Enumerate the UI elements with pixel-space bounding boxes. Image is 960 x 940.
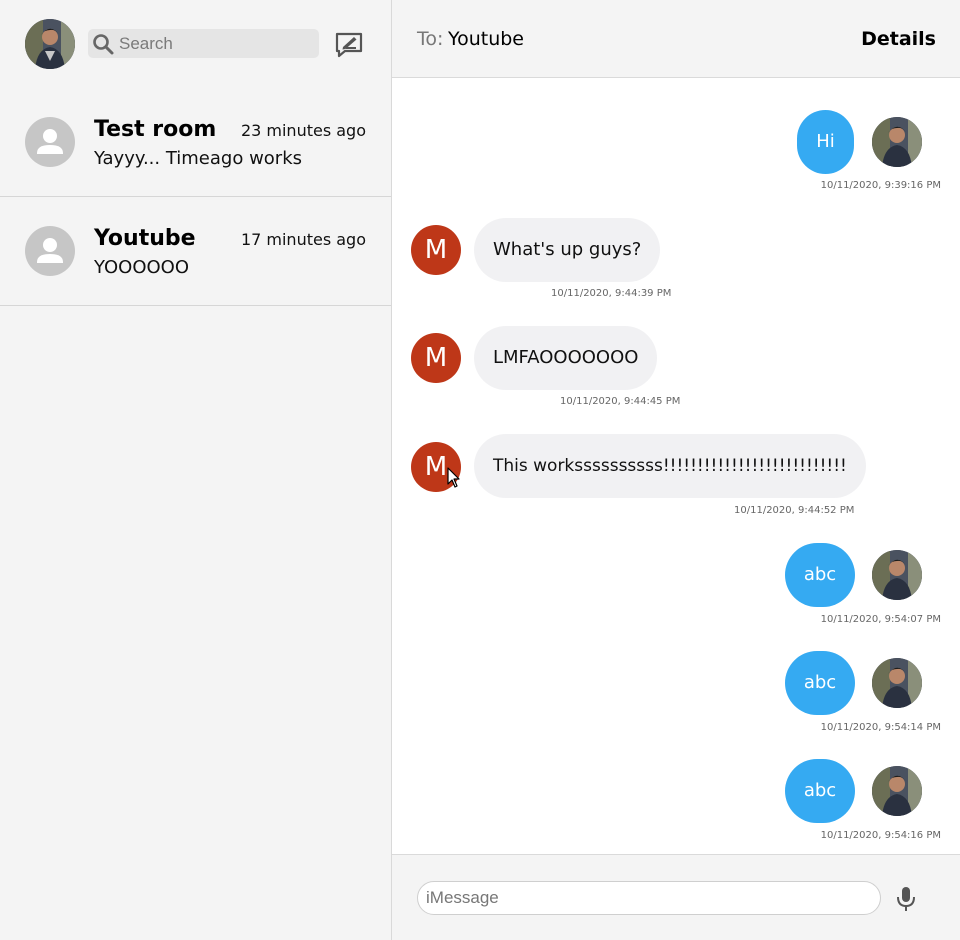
sender-avatar [872, 117, 922, 167]
message-timestamp: 10/11/2020, 9:39:16 PM [820, 180, 941, 191]
message-bubble[interactable]: LMFAOOOOOOO [474, 326, 658, 390]
message-timestamp: 10/11/2020, 9:54:16 PM [820, 830, 941, 841]
sender-avatar [872, 766, 922, 816]
details-button[interactable]: Details [861, 28, 936, 50]
message-timestamp: 10/11/2020, 9:44:39 PM [551, 288, 672, 299]
message-timestamp: 10/11/2020, 9:44:52 PM [734, 505, 855, 516]
message-bubble[interactable]: abc [785, 651, 855, 715]
chat-header: To: Youtube Details [392, 0, 960, 78]
chat-recipient-name: Youtube [448, 28, 524, 50]
message-bubble[interactable]: abc [785, 759, 855, 823]
microphone-icon [897, 887, 915, 911]
message-bubble[interactable]: This workssssssssss!!!!!!!!!!!!!!!!!!!!!… [474, 434, 866, 498]
message-timestamp: 10/11/2020, 9:54:07 PM [820, 614, 941, 625]
user-avatar-icon [25, 226, 75, 276]
composer-bar [392, 854, 960, 940]
sidebar: Test room 23 minutes ago Yayyy... Timeag… [0, 0, 392, 940]
search-icon [93, 34, 114, 55]
sender-avatar: M [411, 225, 461, 275]
message-bubble[interactable]: abc [785, 543, 855, 607]
to-label: To: [417, 28, 444, 50]
sender-avatar: M [411, 333, 461, 383]
search-box [88, 29, 319, 58]
compose-button[interactable] [333, 28, 365, 60]
microphone-button[interactable] [893, 885, 919, 913]
room-name: Test room [94, 117, 217, 142]
chat-panel: To: Youtube Details Hi 10/11/2020, 9:39:… [392, 0, 960, 940]
room-item-test-room[interactable]: Test room 23 minutes ago Yayyy... Timeag… [0, 88, 391, 197]
user-avatar-icon [25, 117, 75, 167]
message-timestamp: 10/11/2020, 9:44:45 PM [560, 396, 681, 407]
sender-avatar: M [411, 442, 461, 492]
room-last-message: YOOOOOO [94, 257, 190, 278]
room-time: 23 minutes ago [240, 121, 366, 140]
user-avatar[interactable] [25, 19, 75, 69]
sidebar-header [0, 0, 391, 88]
compose-icon [335, 32, 363, 58]
message-list[interactable]: Hi 10/11/2020, 9:39:16 PM M What's up gu… [392, 78, 960, 854]
message-bubble[interactable]: Hi [797, 110, 854, 174]
message-timestamp: 10/11/2020, 9:54:14 PM [820, 722, 941, 733]
sender-avatar [872, 658, 922, 708]
message-bubble[interactable]: What's up guys? [474, 218, 661, 282]
search-input[interactable] [119, 29, 314, 58]
room-last-message: Yayyy... Timeago works [94, 148, 303, 169]
message-input[interactable] [417, 881, 881, 915]
room-time: 17 minutes ago [240, 230, 366, 249]
room-item-youtube[interactable]: Youtube 17 minutes ago YOOOOOO [0, 197, 391, 306]
room-name: Youtube [94, 226, 196, 251]
sender-avatar [872, 550, 922, 600]
